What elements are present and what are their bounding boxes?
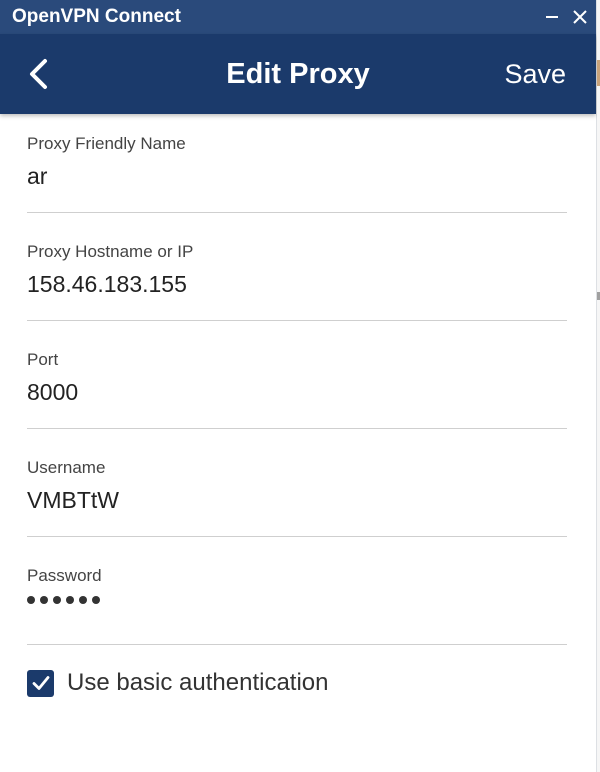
minimize-icon <box>546 16 558 18</box>
password-mask-dot <box>66 596 74 604</box>
password-mask-dot <box>27 596 35 604</box>
hostname-label: Proxy Hostname or IP <box>27 242 194 261</box>
friendly-name-field: Proxy Friendly Name <box>27 134 567 213</box>
password-label: Password <box>27 566 102 585</box>
password-mask-dot <box>92 596 100 604</box>
basic-auth-label: Use basic authentication <box>67 669 329 696</box>
basic-auth-checkbox-row[interactable]: Use basic authentication <box>27 668 329 698</box>
password-field[interactable]: Password <box>27 566 567 645</box>
password-mask-dot <box>40 596 48 604</box>
friendly-name-label: Proxy Friendly Name <box>27 134 186 153</box>
app-window: OpenVPN Connect Edit Proxy Save Proxy Fr… <box>0 0 597 772</box>
password-input[interactable] <box>27 596 100 604</box>
close-button[interactable] <box>566 0 594 34</box>
page-header: Edit Proxy Save <box>0 34 596 114</box>
port-label: Port <box>27 350 59 369</box>
username-input[interactable] <box>27 480 567 520</box>
check-icon <box>32 676 49 690</box>
username-field: Username <box>27 458 567 537</box>
basic-auth-checkbox[interactable] <box>27 669 54 697</box>
friendly-name-input[interactable] <box>27 156 567 196</box>
minimize-button[interactable] <box>538 0 566 34</box>
port-field: Port <box>27 350 567 429</box>
port-input[interactable] <box>27 372 567 412</box>
username-label: Username <box>27 458 106 477</box>
password-mask-dot <box>79 596 87 604</box>
title-bar: OpenVPN Connect <box>0 0 596 34</box>
save-button[interactable]: Save <box>504 59 566 90</box>
hostname-field: Proxy Hostname or IP <box>27 242 567 321</box>
window-title: OpenVPN Connect <box>12 6 181 27</box>
password-mask-dot <box>53 596 61 604</box>
hostname-input[interactable] <box>27 264 567 304</box>
close-icon <box>573 10 587 24</box>
